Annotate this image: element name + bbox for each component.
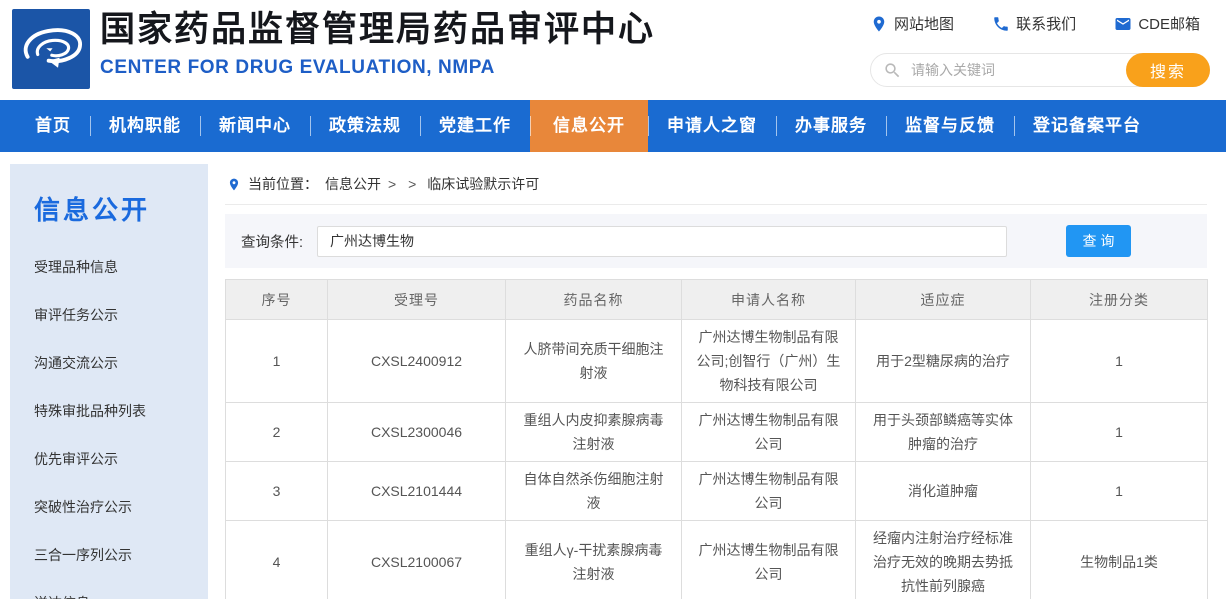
cell-serial-number: 3 <box>226 462 328 521</box>
results-table-head: 序号 受理号 药品名称 申请人名称 适应症 注册分类 <box>226 280 1208 320</box>
cell-registration-category: 生物制品1类 <box>1031 521 1208 599</box>
sidebar-item[interactable]: 特殊审批品种列表 <box>34 387 208 435</box>
main-content: 当前位置： 信息公开 > > 临床试验默示许可 查询条件: 查 询 序号 受理号 <box>225 164 1207 599</box>
nav-item[interactable]: 监督与反馈 <box>886 100 1014 152</box>
query-panel: 查询条件: 查 询 <box>225 214 1207 268</box>
cell-drug-name: 自体自然杀伤细胞注射液 <box>506 462 682 521</box>
sidebar-item[interactable]: 受理品种信息 <box>34 243 208 291</box>
breadcrumb-current[interactable]: 临床试验默示许可 <box>427 174 539 194</box>
site-title-chinese: 国家药品监督管理局药品审评中心 <box>100 8 655 52</box>
sidebar-menu: 受理品种信息 审评任务公示 沟通交流公示 特殊审批品种列表 优先审评公示 突破性… <box>34 243 208 599</box>
cell-acceptance-number: CXSL2300046 <box>328 403 506 462</box>
cell-indication: 用于2型糖尿病的治疗 <box>856 320 1031 403</box>
breadcrumb-section[interactable]: 信息公开 <box>325 174 381 194</box>
location-pin-icon <box>870 15 888 33</box>
cell-registration-category: 1 <box>1031 320 1208 403</box>
main-nav-list: 首页 机构职能 新闻中心 政策法规 党建工作 信息公开 申请人之窗 办事服务 监… <box>0 100 1226 152</box>
table-row: 2 CXSL2300046 重组人内皮抑素腺病毒注射液 广州达博生物制品有限公司… <box>226 403 1208 462</box>
cell-serial-number: 2 <box>226 403 328 462</box>
quick-links: 网站地图 联系我们 CDE邮箱 <box>870 13 1200 34</box>
location-pin-icon <box>227 176 241 193</box>
table-header-cell: 序号 <box>226 280 328 320</box>
cell-applicant-name: 广州达博生物制品有限公司 <box>682 462 856 521</box>
nav-item[interactable]: 登记备案平台 <box>1014 100 1160 152</box>
header-right: 网站地图 联系我们 CDE邮箱 搜索 <box>870 13 1200 87</box>
table-row: 3 CXSL2101444 自体自然杀伤细胞注射液 广州达博生物制品有限公司 消… <box>226 462 1208 521</box>
main-nav: 首页 机构职能 新闻中心 政策法规 党建工作 信息公开 申请人之窗 办事服务 监… <box>0 100 1226 152</box>
nav-item[interactable]: 机构职能 <box>90 100 200 152</box>
nav-item[interactable]: 首页 <box>16 100 90 152</box>
site-search-bar: 搜索 <box>870 53 1210 87</box>
nav-item[interactable]: 党建工作 <box>420 100 530 152</box>
mail-icon <box>1114 15 1132 33</box>
cell-indication: 经瘤内注射治疗经标准治疗无效的晚期去势抵抗性前列腺癌 <box>856 521 1031 599</box>
cell-applicant-name: 广州达博生物制品有限公司 <box>682 403 856 462</box>
sidebar-info-disclosure: 信息公开 受理品种信息 审评任务公示 沟通交流公示 特殊审批品种列表 优先审评公… <box>10 164 208 599</box>
query-condition-input[interactable] <box>317 226 1007 257</box>
nav-item[interactable]: 信息公开 <box>530 100 648 152</box>
cell-acceptance-number: CXSL2100067 <box>328 521 506 599</box>
site-search-button[interactable]: 搜索 <box>1126 53 1210 87</box>
cde-mail-link-label: CDE邮箱 <box>1138 13 1200 34</box>
breadcrumb-prefix: 当前位置： <box>248 174 318 194</box>
table-header-cell: 药品名称 <box>506 280 682 320</box>
results-table: 序号 受理号 药品名称 申请人名称 适应症 注册分类 <box>225 279 1208 599</box>
cde-logo[interactable] <box>12 9 90 89</box>
nav-item[interactable]: 政策法规 <box>310 100 420 152</box>
sidebar-item[interactable]: 审评任务公示 <box>34 291 208 339</box>
contact-us-link-label: 联系我们 <box>1016 13 1076 34</box>
sidebar-item[interactable]: 三合一序列公示 <box>34 531 208 579</box>
sidebar-item[interactable]: 优先审评公示 <box>34 435 208 483</box>
cell-applicant-name: 广州达博生物制品有限公司;创智行（广州）生物科技有限公司 <box>682 320 856 403</box>
cell-drug-name: 重组人γ-干扰素腺病毒注射液 <box>506 521 682 599</box>
cell-drug-name: 重组人内皮抑素腺病毒注射液 <box>506 403 682 462</box>
cell-indication: 用于头颈部鳞癌等实体肿瘤的治疗 <box>856 403 1031 462</box>
site-header: 国家药品监督管理局药品审评中心 CENTER FOR DRUG EVALUATI… <box>0 0 1226 100</box>
table-row: 4 CXSL2100067 重组人γ-干扰素腺病毒注射液 广州达博生物制品有限公… <box>226 521 1208 599</box>
phone-icon <box>992 15 1010 33</box>
cell-acceptance-number: CXSL2400912 <box>328 320 506 403</box>
sitemap-link-label: 网站地图 <box>894 13 954 34</box>
search-icon <box>883 61 902 80</box>
table-row: 1 CXSL2400912 人脐带间充质干细胞注射液 广州达博生物制品有限公司;… <box>226 320 1208 403</box>
table-header-cell: 适应症 <box>856 280 1031 320</box>
table-header-cell: 受理号 <box>328 280 506 320</box>
site-search-input[interactable] <box>909 54 1119 86</box>
breadcrumb: 当前位置： 信息公开 > > 临床试验默示许可 <box>225 164 1207 205</box>
cell-indication: 消化道肿瘤 <box>856 462 1031 521</box>
cell-serial-number: 1 <box>226 320 328 403</box>
query-button[interactable]: 查 询 <box>1066 225 1131 257</box>
table-header-row: 序号 受理号 药品名称 申请人名称 适应症 注册分类 <box>226 280 1208 320</box>
query-condition-label: 查询条件: <box>241 231 303 252</box>
table-header-cell: 注册分类 <box>1031 280 1208 320</box>
sidebar-title: 信息公开 <box>34 190 208 227</box>
cell-registration-category: 1 <box>1031 462 1208 521</box>
cde-mail-link[interactable]: CDE邮箱 <box>1114 13 1200 34</box>
sidebar-item[interactable]: 突破性治疗公示 <box>34 483 208 531</box>
cell-serial-number: 4 <box>226 521 328 599</box>
site-titles: 国家药品监督管理局药品审评中心 CENTER FOR DRUG EVALUATI… <box>100 8 655 79</box>
breadcrumb-separator: > > <box>388 176 420 192</box>
sidebar-item[interactable]: 沟通交流公示 <box>34 339 208 387</box>
table-header-cell: 申请人名称 <box>682 280 856 320</box>
cde-logo-icon <box>12 9 90 89</box>
nav-item[interactable]: 新闻中心 <box>200 100 310 152</box>
site-title-english: CENTER FOR DRUG EVALUATION, NMPA <box>100 57 655 79</box>
sidebar-item[interactable]: 送达信息 <box>34 579 208 599</box>
cell-registration-category: 1 <box>1031 403 1208 462</box>
cell-drug-name: 人脐带间充质干细胞注射液 <box>506 320 682 403</box>
results-table-body: 1 CXSL2400912 人脐带间充质干细胞注射液 广州达博生物制品有限公司;… <box>226 320 1208 599</box>
nav-item[interactable]: 申请人之窗 <box>648 100 776 152</box>
contact-us-link[interactable]: 联系我们 <box>992 13 1076 34</box>
sitemap-link[interactable]: 网站地图 <box>870 13 954 34</box>
nav-item[interactable]: 办事服务 <box>776 100 886 152</box>
page: 国家药品监督管理局药品审评中心 CENTER FOR DRUG EVALUATI… <box>0 0 1226 599</box>
cell-acceptance-number: CXSL2101444 <box>328 462 506 521</box>
cell-applicant-name: 广州达博生物制品有限公司 <box>682 521 856 599</box>
